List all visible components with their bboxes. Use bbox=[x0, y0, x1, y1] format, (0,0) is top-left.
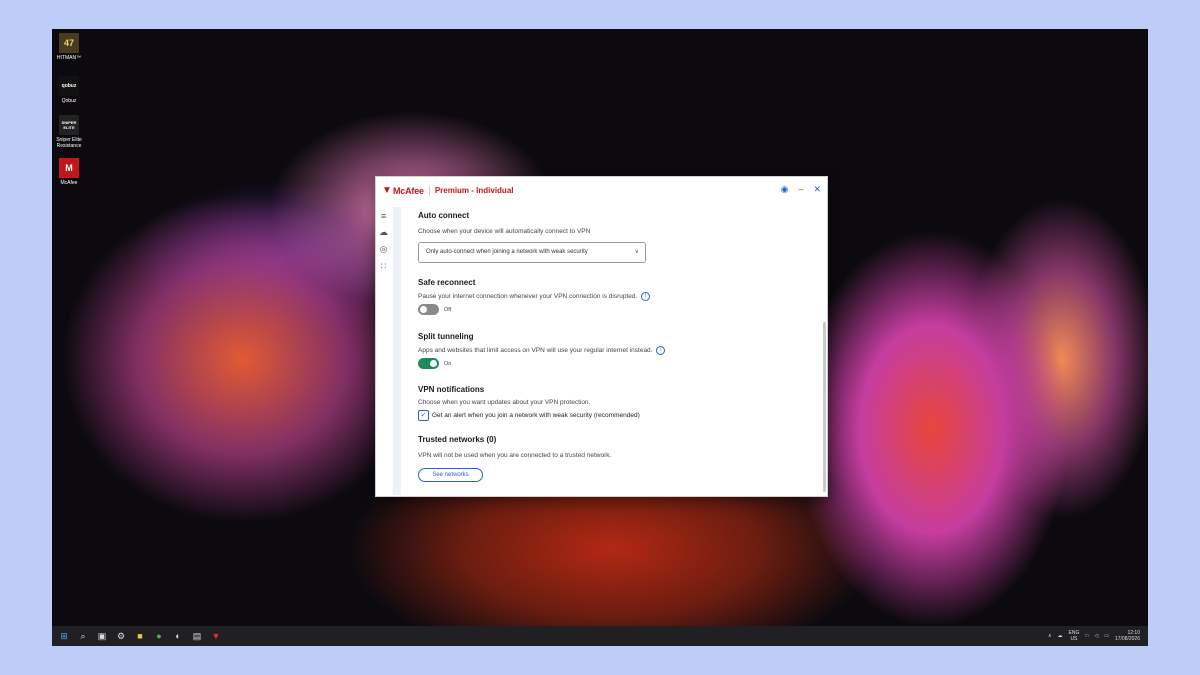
language-indicator[interactable]: ENG US bbox=[1069, 630, 1080, 642]
desktop-icon-qobuz[interactable]: qobuz Qobuz bbox=[54, 76, 84, 104]
taskbar: ⊞ ⌕ ▣ ⚙ ■ ● ◐ ▤ ▼ ∧ ☁ ENG US □ ◁ ▭ 12:10… bbox=[52, 626, 1148, 646]
apps-grid-icon[interactable]: ∷ bbox=[376, 258, 391, 275]
onedrive-icon[interactable]: ☁ bbox=[1058, 633, 1063, 639]
remote-desktop-icon[interactable]: ▤ bbox=[190, 629, 204, 643]
vpn-notifications-title: VPN notifications bbox=[418, 385, 485, 394]
battery-icon[interactable]: ▭ bbox=[1104, 633, 1109, 639]
brand-name: McAfee bbox=[393, 185, 424, 196]
info-icon[interactable]: i bbox=[641, 292, 651, 301]
desktop-icon-sniper-elite[interactable]: SNIPER ELITE Sniper Elite Resistance bbox=[54, 115, 84, 149]
qobuz-app-icon: qobuz bbox=[59, 76, 79, 96]
desktop-icon-label: HITMAN™ bbox=[56, 55, 82, 61]
chevron-up-icon[interactable]: ∧ bbox=[1048, 633, 1052, 639]
network-icon[interactable]: □ bbox=[1085, 633, 1088, 639]
chrome-icon[interactable]: ● bbox=[152, 629, 166, 643]
clock[interactable]: 12:10 17/08/2026 bbox=[1115, 630, 1140, 642]
file-explorer-icon[interactable]: ■ bbox=[133, 629, 147, 643]
safe-reconnect-description: Pause your internet connection whenever … bbox=[418, 293, 638, 301]
sniper-elite-app-icon: SNIPER ELITE bbox=[59, 115, 79, 135]
split-tunneling-toggle-label: On bbox=[444, 361, 452, 367]
product-name: Premium - Individual bbox=[434, 186, 514, 195]
auto-connect-title: Auto connect bbox=[418, 211, 470, 220]
cloud-icon[interactable]: ☁ bbox=[376, 224, 391, 241]
vpn-settings-panel: Auto connect Choose when your device wil… bbox=[393, 207, 827, 495]
safe-reconnect-toggle-label: Off bbox=[444, 307, 452, 313]
desktop-icon-label: Sniper Elite Resistance bbox=[56, 137, 82, 149]
task-view-icon[interactable]: ▣ bbox=[95, 629, 109, 643]
vpn-notifications-description: Choose when you want updates about your … bbox=[418, 399, 591, 406]
split-tunneling-title: Split tunneling bbox=[418, 332, 474, 341]
settings-gear-icon[interactable]: ⚙ bbox=[114, 629, 128, 643]
safe-reconnect-title: Safe reconnect bbox=[418, 278, 476, 287]
split-tunneling-row: Apps and websites that limit access on V… bbox=[418, 346, 666, 355]
hitman-app-icon: 47 bbox=[59, 33, 79, 53]
steam-icon[interactable]: ◐ bbox=[171, 629, 185, 643]
scrollbar[interactable] bbox=[823, 322, 826, 492]
start-icon[interactable]: ⊞ bbox=[57, 629, 71, 643]
close-button[interactable]: ✕ bbox=[813, 184, 821, 194]
desktop-icon-mcafee[interactable]: M McAfee bbox=[54, 158, 84, 186]
account-icon[interactable]: ◉ bbox=[781, 184, 789, 194]
trusted-networks-description: VPN will not be used when you are connec… bbox=[418, 452, 612, 459]
safe-reconnect-toggle[interactable] bbox=[418, 304, 439, 315]
desktop: 47 HITMAN™ qobuz Qobuz SNIPER ELITE Snip… bbox=[52, 29, 1148, 646]
region-code: US bbox=[1070, 636, 1078, 642]
minimize-button[interactable]: – bbox=[798, 184, 803, 194]
mcafee-window: ▼ McAfee Premium - Individual ◉ – ✕ ≡ ☁ … bbox=[375, 176, 828, 497]
sidebar-nav: ≡ ☁ ◎ ∷ bbox=[376, 207, 391, 275]
weak-security-alert-label[interactable]: Get an alert when you join a network wit… bbox=[432, 412, 640, 419]
mcafee-logo-icon: ▼ bbox=[382, 184, 392, 196]
title-divider bbox=[428, 185, 430, 196]
info-icon[interactable]: i bbox=[656, 346, 666, 355]
desktop-icon-hitman[interactable]: 47 HITMAN™ bbox=[54, 33, 84, 61]
auto-connect-description: Choose when your device will automatical… bbox=[418, 228, 591, 235]
see-networks-button[interactable]: See networks bbox=[418, 468, 483, 482]
trusted-networks-title: Trusted networks (0) bbox=[418, 435, 497, 444]
search-icon[interactable]: ⌕ bbox=[76, 629, 90, 643]
volume-icon[interactable]: ◁ bbox=[1094, 633, 1098, 639]
toggle-knob bbox=[420, 306, 427, 313]
toggle-knob bbox=[430, 360, 437, 367]
title-bar: ▼ McAfee Premium - Individual ◉ – ✕ bbox=[376, 177, 827, 204]
system-tray: ∧ ☁ ENG US □ ◁ ▭ 12:10 17/08/2026 bbox=[1048, 626, 1140, 646]
mcafee-app-icon: M bbox=[59, 158, 79, 178]
chevron-down-icon: ∨ bbox=[634, 249, 639, 255]
privacy-icon[interactable]: ◎ bbox=[376, 241, 391, 258]
window-controls: ◉ – ✕ bbox=[781, 184, 821, 194]
split-tunneling-toggle[interactable] bbox=[418, 358, 439, 369]
split-tunneling-description: Apps and websites that limit access on V… bbox=[418, 347, 653, 355]
desktop-icon-label: Qobuz bbox=[61, 98, 77, 104]
safe-reconnect-row: Pause your internet connection whenever … bbox=[418, 292, 651, 301]
menu-icon[interactable]: ≡ bbox=[376, 207, 391, 224]
dropdown-selected-value: Only auto-connect when joining a network… bbox=[426, 249, 588, 255]
auto-connect-dropdown[interactable]: Only auto-connect when joining a network… bbox=[418, 242, 646, 263]
mcafee-taskbar-icon[interactable]: ▼ bbox=[209, 629, 223, 643]
weak-security-alert-checkbox[interactable]: ✓ bbox=[418, 410, 429, 421]
desktop-icon-label: McAfee bbox=[60, 180, 78, 186]
clock-date: 17/08/2026 bbox=[1114, 636, 1140, 642]
